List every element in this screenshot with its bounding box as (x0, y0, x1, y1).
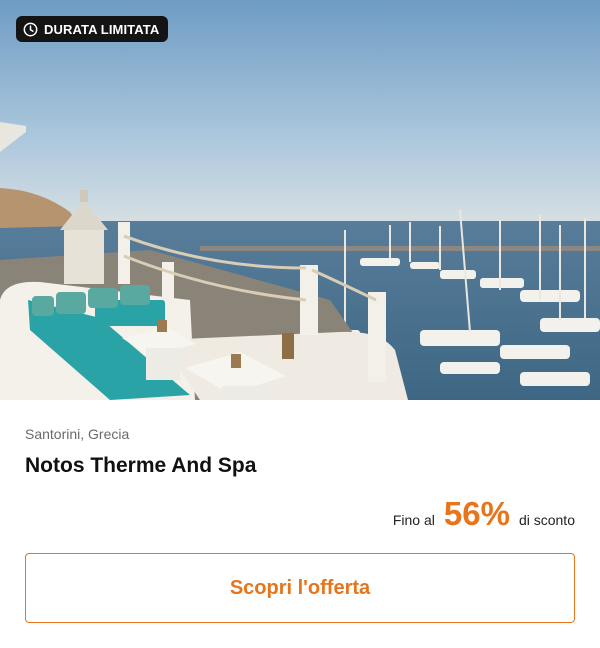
terrace-harbor-illustration (0, 0, 600, 400)
hotel-title[interactable]: Notos Therme And Spa (25, 454, 256, 478)
discount-info: Fino al 56% di sconto (393, 494, 575, 534)
discount-prefix: Fino al (392, 512, 435, 528)
badge-label: DURATA LIMITATA (44, 21, 160, 37)
limited-time-badge: DURATA LIMITATA (16, 16, 169, 42)
discount-suffix: di sconto (518, 512, 575, 528)
discount-value: 56% (443, 495, 510, 532)
offer-card[interactable]: DURATA LIMITATA Santorini, Grecia Notos … (0, 0, 600, 648)
hotel-photo[interactable]: DURATA LIMITATA (0, 0, 600, 400)
location-label: Santorini, Grecia (25, 426, 130, 442)
clock-icon (23, 22, 38, 36)
discover-offer-button[interactable]: Scopri l'offerta (25, 553, 575, 623)
